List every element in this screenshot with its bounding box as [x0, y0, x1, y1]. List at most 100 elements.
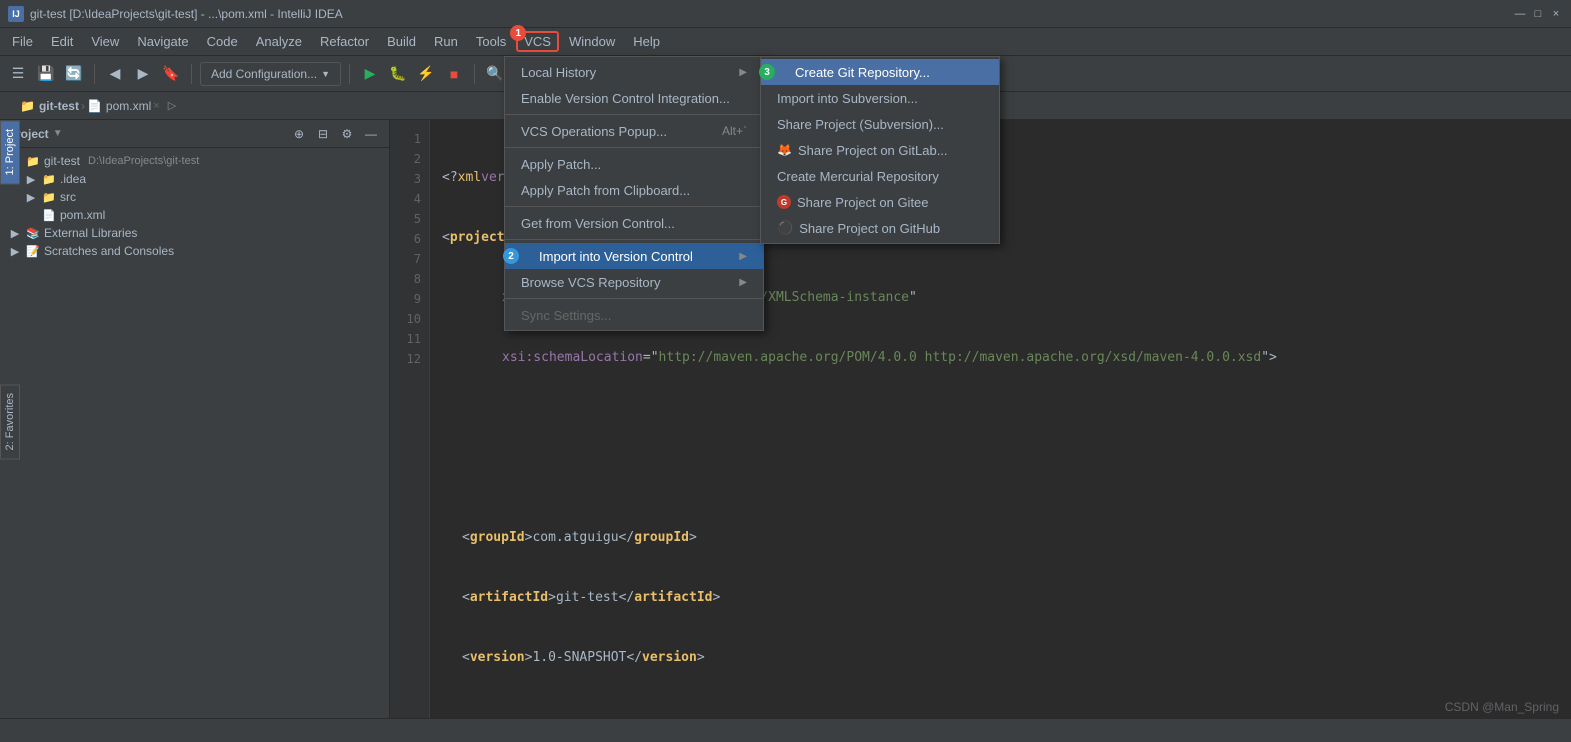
title-bar-controls: — □ ×: [1513, 7, 1563, 21]
maximize-button[interactable]: □: [1531, 7, 1545, 21]
menu-analyze[interactable]: Analyze: [248, 31, 310, 52]
scratches-icon: 📝: [26, 245, 40, 258]
vcs-menu-browse-vcs[interactable]: Browse VCS Repository ▶: [505, 269, 763, 295]
vcs-menu-apply-patch[interactable]: Apply Patch...: [505, 151, 763, 177]
menu-refactor[interactable]: Refactor: [312, 31, 377, 52]
github-icon: ⚫: [777, 220, 793, 236]
menu-help[interactable]: Help: [625, 31, 668, 52]
submenu-share-github[interactable]: ⚫ Share Project on GitHub: [761, 215, 999, 241]
vcs-dropdown-menu: Local History ▶ Enable Version Control I…: [504, 56, 764, 331]
import-vcs-label: Import into Version Control: [521, 249, 739, 264]
share-gitlab-label: Share Project on GitLab...: [798, 143, 983, 158]
panel-add-btn[interactable]: ⊕: [289, 124, 309, 144]
local-history-arrow: ▶: [739, 67, 747, 78]
breadcrumb-file-icon: 📄: [87, 99, 102, 113]
breadcrumb-project: git-test: [39, 99, 79, 113]
src-expand-icon: ▶: [24, 191, 38, 204]
toolbar-run-with-cover-btn[interactable]: ⚡: [414, 62, 438, 86]
gitlab-icon: 🦊: [777, 143, 792, 157]
menu-file[interactable]: File: [4, 31, 41, 52]
vcs-menu-enable-vcs[interactable]: Enable Version Control Integration...: [505, 85, 763, 111]
menu-vcs[interactable]: VCS 1: [516, 31, 559, 52]
scratches-label: Scratches and Consoles: [44, 244, 174, 258]
vcs-menu-apply-patch-clipboard[interactable]: Apply Patch from Clipboard...: [505, 177, 763, 203]
side-tab-favorites[interactable]: 2: Favorites: [0, 384, 20, 459]
tree-src[interactable]: ▶ 📁 src: [0, 188, 389, 206]
apply-patch-clipboard-label: Apply Patch from Clipboard...: [521, 183, 747, 198]
tab-close-btn[interactable]: ×: [153, 100, 159, 112]
minimize-button[interactable]: —: [1513, 7, 1527, 21]
line-num-10: 10: [390, 308, 429, 328]
vcs-popup-shortcut: Alt+`: [722, 124, 747, 138]
import-vcs-arrow: ▶: [739, 251, 747, 262]
tree-external-libs[interactable]: ▶ 📚 External Libraries: [0, 224, 389, 242]
idea-folder-icon: 📁: [42, 173, 56, 186]
vcs-popup-label: VCS Operations Popup...: [521, 124, 722, 139]
toolbar-debug-btn[interactable]: 🐛: [386, 62, 410, 86]
idea-expand-icon: ▶: [24, 173, 38, 186]
toolbar-sync-btn[interactable]: 🔄: [62, 62, 86, 86]
vcs-menu-operations-popup[interactable]: VCS Operations Popup... Alt+`: [505, 118, 763, 144]
menu-edit[interactable]: Edit: [43, 31, 81, 52]
toolbar-forward-btn[interactable]: ▶: [131, 62, 155, 86]
code-line-7: <groupId>com.atguigu</groupId>: [442, 528, 1559, 548]
panel-settings-btn[interactable]: ⚙: [337, 124, 357, 144]
submenu-share-gitlab[interactable]: 🦊 Share Project on GitLab...: [761, 137, 999, 163]
code-line-9: <version>1.0-SNAPSHOT</version>: [442, 648, 1559, 668]
tree-pomxml[interactable]: 📄 pom.xml: [0, 206, 389, 224]
tree-idea[interactable]: ▶ 📁 .idea: [0, 170, 389, 188]
menu-view[interactable]: View: [83, 31, 127, 52]
vcs-menu-import-vcs[interactable]: 2 Import into Version Control ▶: [505, 243, 763, 269]
submenu-create-mercurial[interactable]: Create Mercurial Repository: [761, 163, 999, 189]
submenu-share-gitee[interactable]: G Share Project on Gitee: [761, 189, 999, 215]
code-line-4: xsi:schemaLocation="http://maven.apache.…: [442, 348, 1559, 368]
src-label: src: [60, 190, 76, 204]
tab-more-icon: ▷: [168, 99, 176, 112]
src-folder-icon: 📁: [42, 191, 56, 204]
line-num-6: 6: [390, 228, 429, 248]
enable-vcs-label: Enable Version Control Integration...: [521, 91, 747, 106]
add-configuration-button[interactable]: Add Configuration... ▼: [200, 62, 341, 86]
line-num-11: 11: [390, 328, 429, 348]
toolbar-save-btn[interactable]: 💾: [34, 62, 58, 86]
submenu-import-svn[interactable]: Import into Subversion...: [761, 85, 999, 111]
line-num-9: 9: [390, 288, 429, 308]
tree-root[interactable]: ▼ 📁 git-test D:\IdeaProjects\git-test: [0, 152, 389, 170]
line-num-4: 4: [390, 188, 429, 208]
menu-build[interactable]: Build: [379, 31, 424, 52]
submenu-create-git[interactable]: 3 Create Git Repository...: [761, 59, 999, 85]
create-git-label: Create Git Repository...: [777, 65, 983, 80]
toolbar-run-btn[interactable]: ▶: [358, 62, 382, 86]
tree-scratches[interactable]: ▶ 📝 Scratches and Consoles: [0, 242, 389, 260]
create-git-badge: 3: [759, 64, 775, 80]
root-path: D:\IdeaProjects\git-test: [88, 155, 199, 167]
vcs-sep-3: [505, 206, 763, 207]
create-mercurial-label: Create Mercurial Repository: [777, 169, 983, 184]
root-label: git-test: [44, 154, 80, 168]
vcs-menu-local-history[interactable]: Local History ▶: [505, 59, 763, 85]
side-tab-project[interactable]: 1: Project: [0, 120, 20, 184]
status-bar: CSDN @Man_Spring: [0, 718, 1571, 742]
import-vcs-badge: 2: [503, 248, 519, 264]
pom-file-icon: 📄: [42, 209, 56, 222]
get-from-vcs-label: Get from Version Control...: [521, 216, 747, 231]
toolbar-bookmark-btn[interactable]: 🔖: [159, 62, 183, 86]
menu-run[interactable]: Run: [426, 31, 466, 52]
menu-navigate[interactable]: Navigate: [129, 31, 196, 52]
toolbar-menu-btn[interactable]: ☰: [6, 62, 30, 86]
close-button[interactable]: ×: [1549, 7, 1563, 21]
submenu-share-svn[interactable]: Share Project (Subversion)...: [761, 111, 999, 137]
panel-collapse-btn[interactable]: ⊟: [313, 124, 333, 144]
project-panel-header: Project ▼ ⊕ ⊟ ⚙ —: [0, 120, 389, 148]
vcs-menu-get-from-vcs[interactable]: Get from Version Control...: [505, 210, 763, 236]
title-bar: IJ git-test [D:\IdeaProjects\git-test] -…: [0, 0, 1571, 28]
menu-window[interactable]: Window: [561, 31, 623, 52]
toolbar-back-btn[interactable]: ◀: [103, 62, 127, 86]
toolbar-stop-btn[interactable]: ■: [442, 62, 466, 86]
panel-minimize-btn[interactable]: —: [361, 124, 381, 144]
sync-settings-label: Sync Settings...: [521, 308, 747, 323]
window-title: git-test [D:\IdeaProjects\git-test] - ..…: [30, 7, 343, 21]
menu-code[interactable]: Code: [199, 31, 246, 52]
menu-tools[interactable]: Tools: [468, 31, 514, 52]
vcs-sep-1: [505, 114, 763, 115]
